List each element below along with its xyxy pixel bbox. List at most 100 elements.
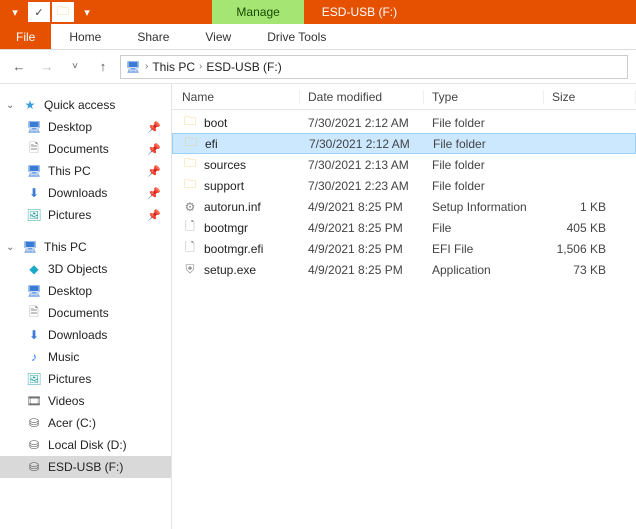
quick-access-toolbar: ▾ ✓ 🗀 ▾ bbox=[0, 0, 102, 24]
sidebar-item[interactable]: 🖥 Desktop bbox=[0, 280, 171, 302]
tree-this-pc: ⌄ 🖥 This PC ◆3D Objects 🖥 Desktop 🗎Document… bbox=[0, 236, 171, 478]
sidebar-item[interactable]: 🖥Desktop📌 bbox=[0, 116, 171, 138]
qat-save-icon[interactable]: ✓ bbox=[28, 2, 50, 22]
tree-quick-access: ⌄ ★ Quick access 🖥 Desktop 📌 🗎 Documents 📌 🖥Th… bbox=[0, 94, 171, 226]
exe-icon: ⛨ bbox=[182, 262, 198, 278]
up-button[interactable]: ↑ bbox=[92, 56, 114, 78]
pin-icon: 📌 bbox=[147, 143, 161, 156]
column-size[interactable]: Size bbox=[544, 90, 636, 104]
window-title: ESD-USB (F:) bbox=[304, 0, 415, 24]
pin-icon: 📌 bbox=[147, 121, 161, 134]
sidebar-item[interactable]: ⬇Downloads bbox=[0, 324, 171, 346]
file-rows: 🗀boot7/30/2021 2:12 AMFile folder🗀efi7/3… bbox=[172, 110, 636, 529]
this-pc-label: This PC bbox=[44, 240, 87, 254]
table-row[interactable]: 🗀 efi 7/30/2021 2:12 AMFile folder bbox=[172, 133, 636, 154]
file-icon: 🗋 bbox=[182, 220, 198, 236]
column-headers: Name Date modified Type Size bbox=[172, 84, 636, 110]
sidebar-item[interactable]: 🖼Pictures📌 bbox=[0, 204, 171, 226]
file-date: 7/30/2021 2:13 AM bbox=[300, 158, 424, 172]
sidebar-item[interactable]: ⛁ Local Disk (D:) bbox=[0, 434, 171, 456]
table-row[interactable]: ⚙autorun.inf4/9/2021 8:25 PMSetup Inform… bbox=[172, 196, 636, 217]
sidebar-item-label: Downloads bbox=[48, 186, 107, 200]
sidebar-item-label: Pictures bbox=[48, 372, 91, 386]
table-row[interactable]: ⛨setup.exe4/9/2021 8:25 PMApplication73 … bbox=[172, 259, 636, 280]
chevron-down-icon: ⌄ bbox=[6, 242, 16, 253]
recent-dropdown-icon[interactable]: ˅ bbox=[64, 56, 86, 78]
qat-menu-icon[interactable]: ▾ bbox=[4, 2, 26, 22]
sidebar-item[interactable]: 🖼 Pictures bbox=[0, 368, 171, 390]
drive-icon: ⛁ bbox=[26, 437, 42, 453]
file-date: 4/9/2021 8:25 PM bbox=[300, 200, 424, 214]
tab-drive-tools[interactable]: Drive Tools bbox=[249, 24, 344, 49]
qat-dropdown-icon[interactable]: ▾ bbox=[76, 2, 98, 22]
file-type: File folder bbox=[425, 137, 545, 151]
qat-folder-icon[interactable]: 🗀 bbox=[52, 2, 74, 22]
sidebar-item[interactable]: ◆3D Objects bbox=[0, 258, 171, 280]
file-name: efi bbox=[205, 137, 218, 151]
file-date: 7/30/2021 2:12 AM bbox=[300, 116, 424, 130]
sidebar-item[interactable]: 🗎Documents bbox=[0, 302, 171, 324]
column-date[interactable]: Date modified bbox=[300, 90, 424, 104]
tree-header-quick-access[interactable]: ⌄ ★ Quick access bbox=[0, 94, 171, 116]
file-size: 405 KB bbox=[544, 221, 636, 235]
file-name: bootmgr bbox=[204, 221, 248, 235]
table-row[interactable]: 🗋bootmgr4/9/2021 8:25 PMFile405 KB bbox=[172, 217, 636, 238]
file-name: bootmgr.efi bbox=[204, 242, 263, 256]
navbar: ← → ˅ ↑ 🖥 › This PC› ESD-USB (F:) bbox=[0, 50, 636, 84]
sidebar-item[interactable]: ⛁Acer (C:) bbox=[0, 412, 171, 434]
file-date: 7/30/2021 2:12 AM bbox=[301, 137, 425, 151]
doc-icon: 🗎 bbox=[26, 141, 42, 157]
pin-icon: 📌 bbox=[147, 187, 161, 200]
tab-home[interactable]: Home bbox=[51, 24, 119, 49]
sidebar-item-label: ESD-USB (F:) bbox=[48, 460, 123, 474]
back-button[interactable]: ← bbox=[8, 56, 30, 78]
file-type: File bbox=[424, 221, 544, 235]
sidebar-item[interactable]: ⛁ESD-USB (F:) bbox=[0, 456, 171, 478]
sidebar-item[interactable]: ⬇Downloads📌 bbox=[0, 182, 171, 204]
table-row[interactable]: 🗋bootmgr.efi4/9/2021 8:25 PMEFI File1,50… bbox=[172, 238, 636, 259]
breadcrumb[interactable]: 🖥 › This PC› ESD-USB (F:) bbox=[120, 55, 628, 79]
sidebar-item-label: Desktop bbox=[48, 284, 92, 298]
music-icon: ♪ bbox=[26, 349, 42, 365]
sidebar-item[interactable]: 🖥This PC📌 bbox=[0, 160, 171, 182]
file-type: File folder bbox=[424, 179, 544, 193]
file-tab[interactable]: File bbox=[0, 24, 51, 49]
column-name[interactable]: Name bbox=[172, 90, 300, 104]
sidebar-item[interactable]: 🎞Videos bbox=[0, 390, 171, 412]
desktop-icon: 🖥 bbox=[26, 283, 42, 299]
breadcrumb-current[interactable]: ESD-USB (F:) bbox=[206, 60, 281, 74]
sidebar-item[interactable]: ♪Music bbox=[0, 346, 171, 368]
sidebar-item-label: Desktop bbox=[48, 120, 92, 134]
sidebar-item-label: Downloads bbox=[48, 328, 107, 342]
folder-icon: 🗀 bbox=[182, 178, 198, 194]
sidebar-item[interactable]: 🗎 Documents 📌 bbox=[0, 138, 171, 160]
file-name: sources bbox=[204, 158, 246, 172]
quick-access-label: Quick access bbox=[44, 98, 115, 112]
table-row[interactable]: 🗀boot7/30/2021 2:12 AMFile folder bbox=[172, 112, 636, 133]
sidebar-item-label: Local Disk (D:) bbox=[48, 438, 127, 452]
tab-view[interactable]: View bbox=[187, 24, 249, 49]
tab-share[interactable]: Share bbox=[119, 24, 187, 49]
table-row[interactable]: 🗀sources7/30/2021 2:13 AMFile folder bbox=[172, 154, 636, 175]
forward-button[interactable]: → bbox=[36, 56, 58, 78]
file-area: Name Date modified Type Size 🗀 boot 7/30/2… bbox=[172, 84, 636, 529]
sidebar-item-label: Videos bbox=[48, 394, 84, 408]
file-name: support bbox=[204, 179, 244, 193]
table-row[interactable]: 🗀support7/30/2021 2:23 AMFile folder bbox=[172, 175, 636, 196]
breadcrumb-this-pc[interactable]: This PC› bbox=[152, 60, 202, 74]
folder-icon: 🗀 bbox=[182, 115, 198, 131]
breadcrumb-separator[interactable]: › bbox=[145, 61, 148, 72]
file-type: Application bbox=[424, 263, 544, 277]
sidebar-item-label: Documents bbox=[48, 142, 109, 156]
folder-icon: 🗀 bbox=[183, 136, 199, 152]
pc-icon: 🖥 bbox=[26, 163, 42, 179]
file-name: boot bbox=[204, 116, 227, 130]
pc-icon: 🖥 bbox=[125, 59, 141, 75]
context-tab-manage[interactable]: Manage bbox=[212, 0, 303, 24]
threed-icon: ◆ bbox=[26, 261, 42, 277]
file-size: 1 KB bbox=[544, 200, 636, 214]
picture-icon: 🖼 bbox=[26, 371, 42, 387]
file-name: setup.exe bbox=[204, 263, 256, 277]
tree-header-this-pc[interactable]: ⌄ 🖥 This PC bbox=[0, 236, 171, 258]
column-type[interactable]: Type bbox=[424, 90, 544, 104]
